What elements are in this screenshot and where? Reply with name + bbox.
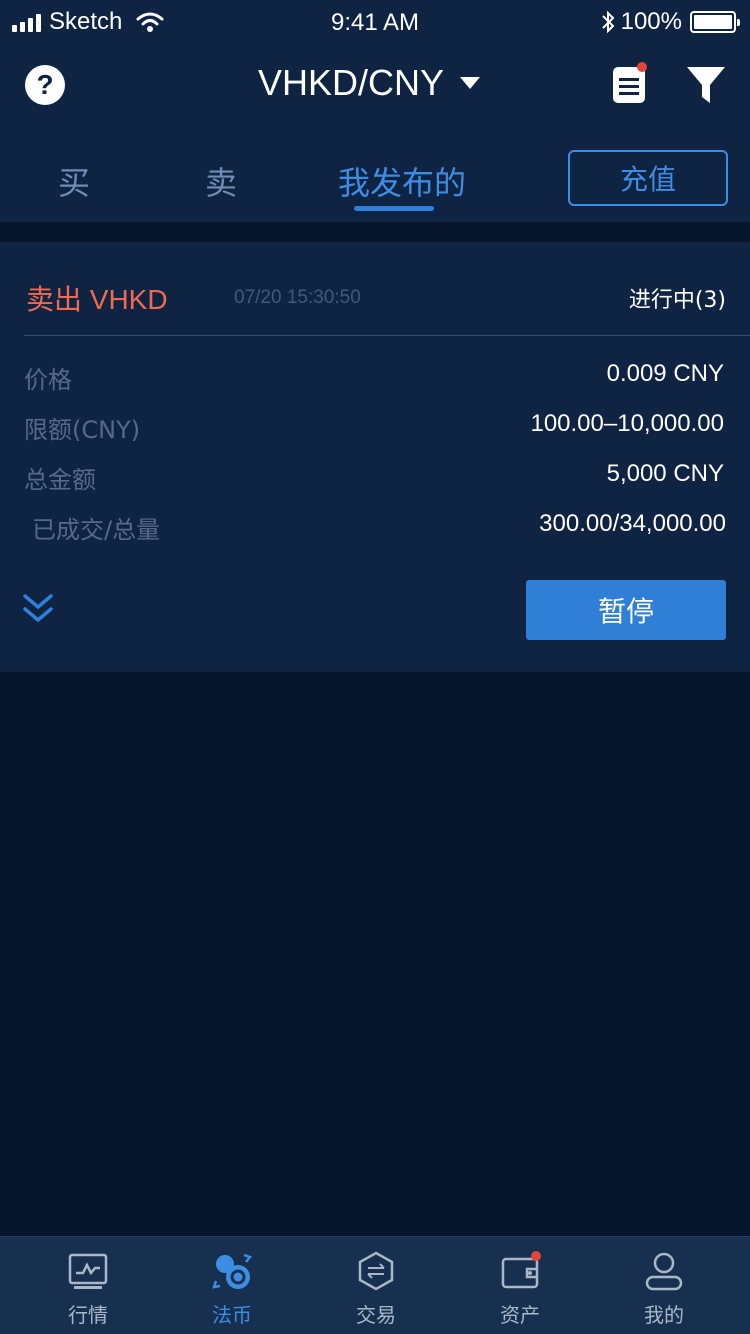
active-tab-indicator [354, 206, 434, 211]
help-icon[interactable]: ? [25, 65, 65, 105]
limit-label: 限额(CNY) [24, 416, 141, 444]
pause-button[interactable]: 暂停 [526, 580, 726, 640]
battery-icon [690, 11, 740, 33]
filter-funnel-icon[interactable] [686, 65, 726, 105]
order-type-title: 卖出 VHKD [26, 284, 168, 315]
caret-down-icon [460, 77, 481, 89]
bottom-tab-bar: 行情 法币 交易 资产 我的 [0, 1236, 750, 1334]
status-right: 100% [601, 8, 740, 36]
bluetooth-icon [601, 10, 615, 34]
bottom-tab-label: 行情 [68, 1303, 108, 1327]
nav-bar: ? VHKD/CNY [0, 44, 750, 128]
tab-sell[interactable]: 卖 [205, 158, 237, 204]
recharge-button[interactable]: 充值 [568, 150, 728, 206]
hexagon-swap-icon [358, 1251, 394, 1291]
card-divider [24, 335, 750, 336]
trading-pair-title: VHKD/CNY [258, 62, 445, 103]
status-bar: Sketch 9:41 AM 100% [0, 0, 750, 44]
total-amount-label: 总金额 [24, 466, 96, 494]
assets-badge-dot [531, 1251, 541, 1261]
tab-buy[interactable]: 买 [58, 158, 90, 204]
bottom-tab-label: 法币 [212, 1303, 252, 1327]
price-value: 0.009 CNY [606, 360, 724, 387]
filled-total-label: 已成交/总量 [32, 516, 161, 544]
limit-value: 100.00–10,000.00 [530, 410, 724, 437]
bottom-tab-assets[interactable]: 资产 [445, 1237, 595, 1334]
tab-my-posts[interactable]: 我发布的 [338, 158, 466, 204]
order-card: 卖出 VHKD 07/20 15:30:50 进行中(3) 价格 0.009 C… [0, 242, 750, 672]
tab-bar: 买 卖 我发布的 充值 [0, 128, 750, 222]
trading-pair-selector[interactable]: VHKD/CNY [258, 62, 481, 104]
bottom-tab-label: 我的 [644, 1303, 684, 1327]
filled-total-value: 300.00/34,000.00 [539, 510, 726, 537]
bottom-tab-market[interactable]: 行情 [13, 1237, 163, 1334]
bottom-tab-trade[interactable]: 交易 [301, 1237, 451, 1334]
battery-percentage: 100% [620, 8, 682, 35]
price-label: 价格 [24, 366, 72, 394]
notification-dot [637, 62, 647, 72]
bottom-tab-label: 资产 [500, 1303, 540, 1327]
bottom-tab-fiat[interactable]: 法币 [157, 1237, 307, 1334]
bottom-tab-profile[interactable]: 我的 [589, 1237, 739, 1334]
order-status: 进行中(3) [628, 288, 726, 313]
user-profile-icon [645, 1252, 683, 1291]
order-timestamp: 07/20 15:30:50 [234, 287, 361, 308]
document-list-icon[interactable] [612, 62, 648, 104]
total-amount-value: 5,000 CNY [606, 460, 724, 487]
double-chevron-down-icon[interactable] [22, 592, 54, 626]
chart-monitor-icon [68, 1253, 108, 1289]
currency-exchange-icon [212, 1253, 252, 1289]
bottom-tab-label: 交易 [356, 1303, 396, 1327]
